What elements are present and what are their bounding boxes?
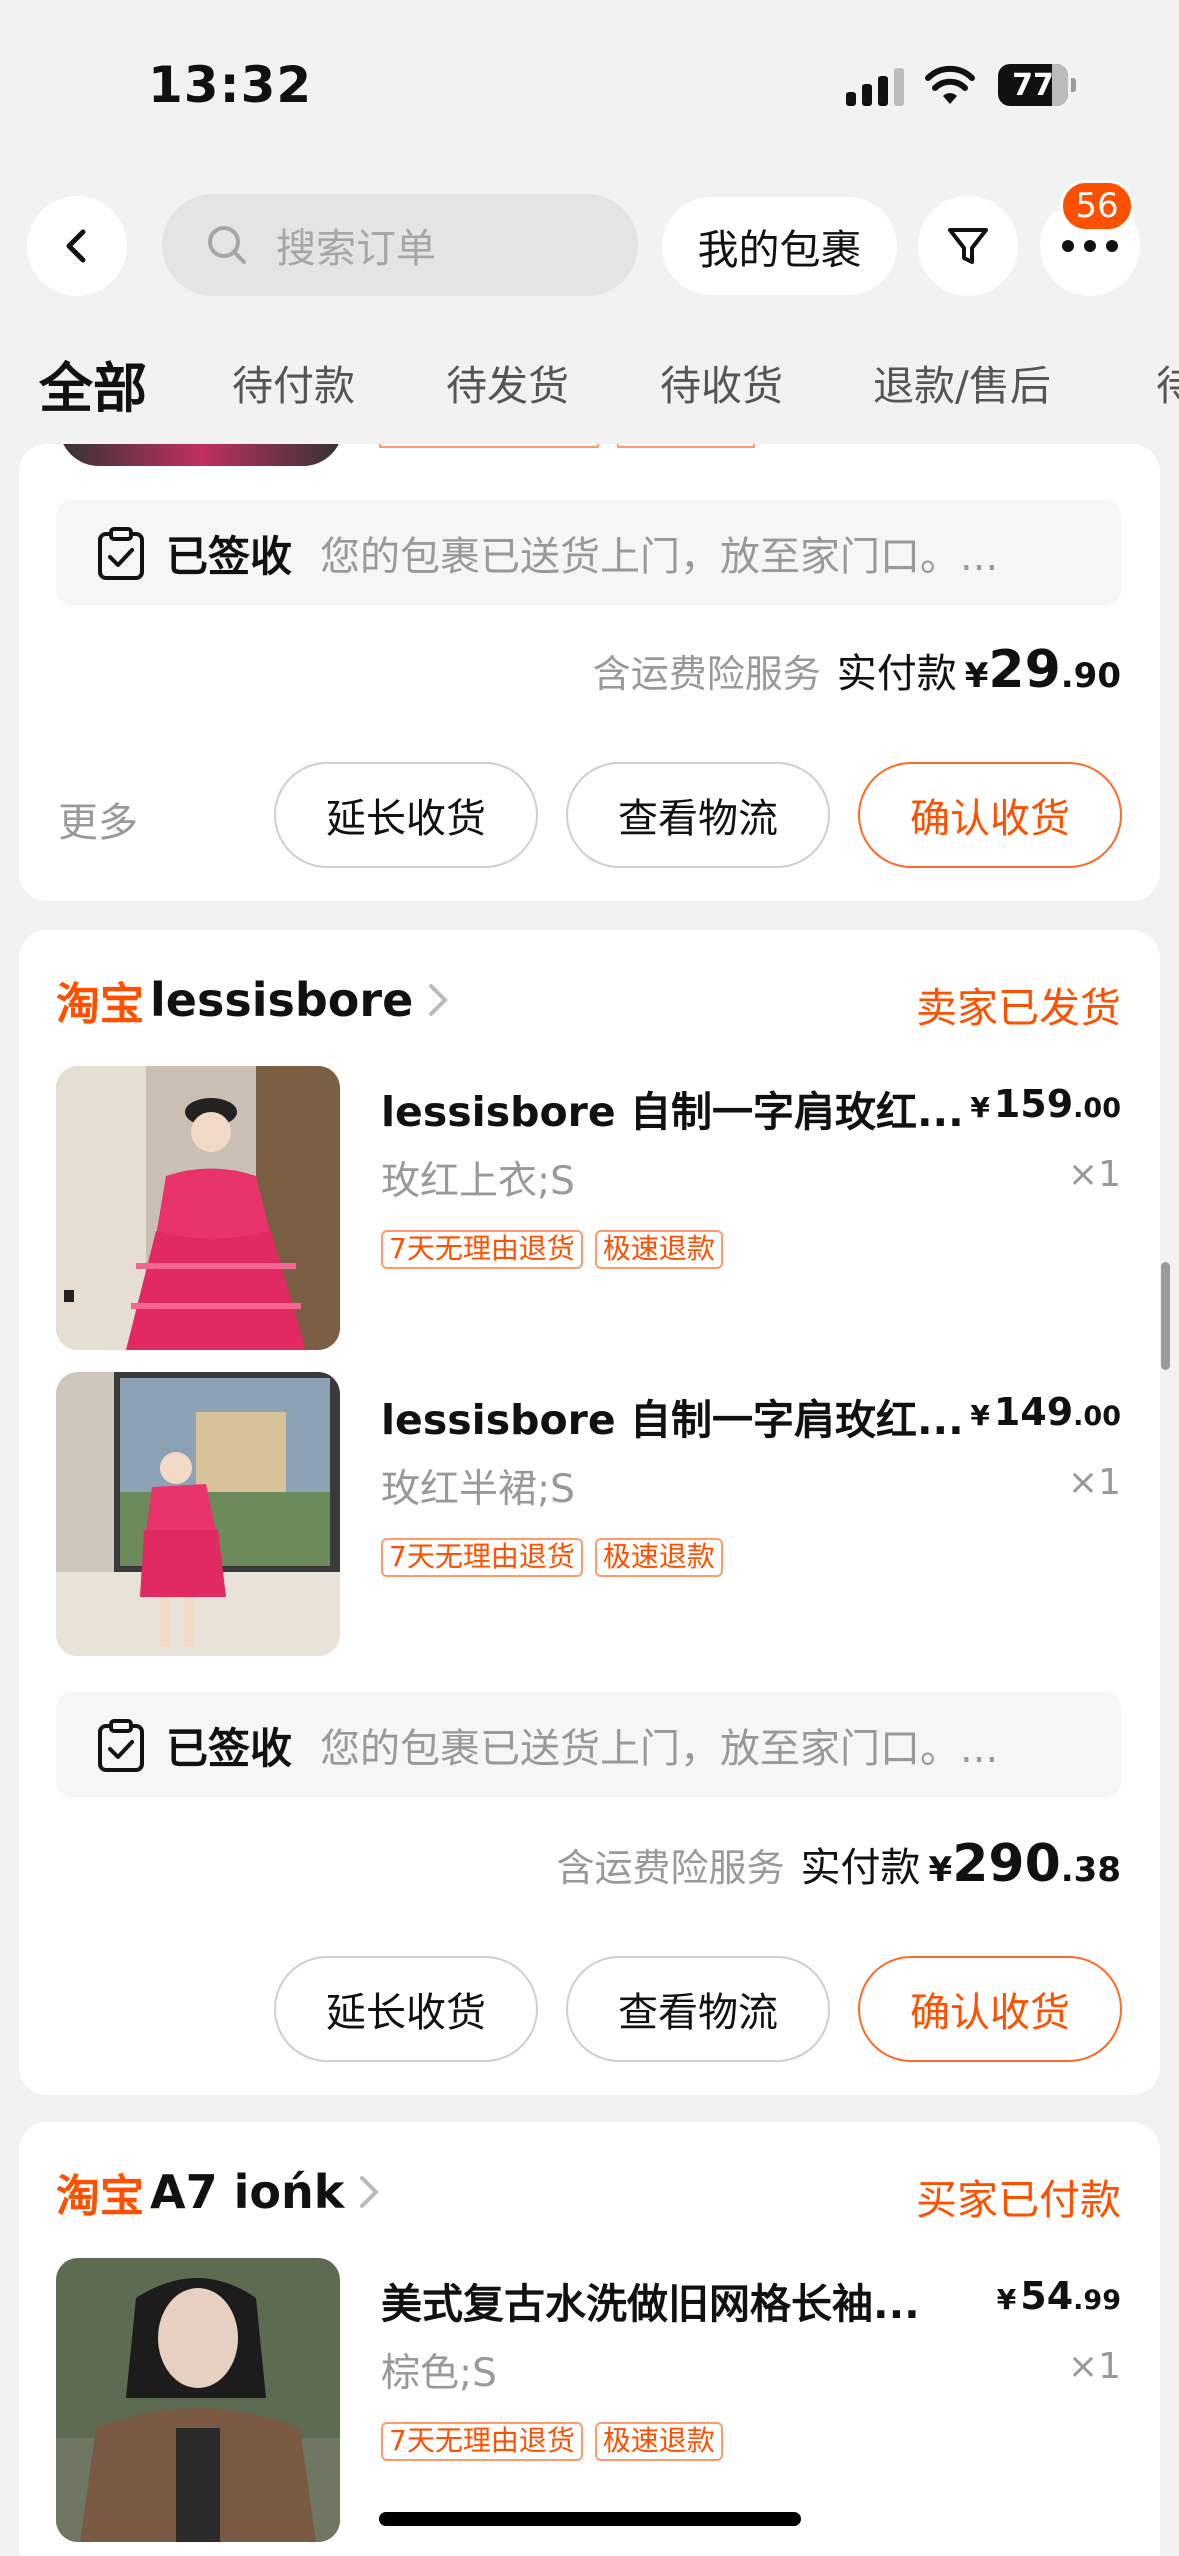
battery-indicator: 77	[998, 64, 1076, 106]
my-packages-button[interactable]: 我的包裹	[662, 197, 897, 295]
payment-summary: 含运费险服务 实付款 ¥ 29 .90	[593, 640, 1121, 700]
order-status: 卖家已发货	[916, 984, 1121, 1032]
logistics-description: 您的包裹已送货上门，放至家门口。...	[320, 1726, 999, 1772]
scrollbar[interactable]	[1161, 1262, 1170, 1370]
product-spec: 玫红半裙;S	[381, 1467, 575, 1512]
notification-badge: 56	[1060, 180, 1134, 232]
currency-symbol: ¥	[964, 656, 989, 696]
order-card: 已签收 您的包裹已送货上门，放至家门口。... 含运费险服务 实付款 ¥ 29 …	[19, 444, 1160, 901]
search-icon	[208, 226, 246, 264]
paid-label: 实付款	[800, 1845, 921, 1891]
more-dots-icon	[1062, 240, 1118, 252]
product-thumbnail[interactable]	[56, 2258, 340, 2542]
product-spec: 棕色;S	[381, 2351, 497, 2396]
tag-fast-refund: 极速退款	[594, 2422, 723, 2461]
product-quantity: ×1	[1067, 1154, 1121, 1195]
currency-symbol: ¥	[928, 1850, 953, 1890]
order-tabs: 全部 待付款 待发货 待收货 退款/售后 待	[0, 352, 1179, 448]
shop-header[interactable]: 淘宝 A7 iońk	[56, 2160, 380, 2224]
product-quantity: ×1	[1067, 1462, 1121, 1503]
insurance-label: 含运费险服务	[592, 652, 821, 696]
product-image	[56, 2258, 340, 2542]
view-logistics-button[interactable]: 查看物流	[566, 1956, 830, 2062]
product-thumbnail[interactable]	[56, 1372, 340, 1656]
more-link[interactable]: 更多	[58, 790, 138, 848]
tag-fast-refund: 极速退款	[594, 1230, 723, 1269]
product-thumbnail[interactable]	[56, 1066, 340, 1350]
tab-pending-receipt[interactable]: 待收货	[660, 352, 783, 412]
view-logistics-button[interactable]: 查看物流	[566, 762, 830, 868]
product-thumbnail[interactable]	[59, 444, 343, 466]
home-indicator[interactable]	[379, 2512, 801, 2526]
logistics-status[interactable]: 已签收 您的包裹已送货上门，放至家门口。...	[56, 1692, 1121, 1798]
insurance-label: 含运费险服务	[556, 1846, 785, 1890]
order-card: 淘宝 A7 iońk 买家已付款 美式复古水洗做旧网格长袖... ¥54.99 …	[19, 2122, 1160, 2556]
order-card: 淘宝 lessisbore 卖家已发货 lessisbore 自制一字肩玫红..…	[19, 930, 1160, 2095]
clipboard-check-icon	[98, 527, 144, 580]
cellular-signal-icon	[846, 66, 906, 106]
order-status: 买家已付款	[916, 2176, 1121, 2224]
search-placeholder: 搜索订单	[276, 226, 436, 272]
product-price: ¥54.99	[996, 2274, 1121, 2318]
product-price: ¥159.00	[970, 1082, 1121, 1126]
product-spec: 玫红上衣;S	[381, 1159, 575, 1204]
tag-7day-return: 7天无理由退货	[381, 1538, 583, 1577]
tag-fast-refund: 极速退款	[594, 1538, 723, 1577]
extend-receipt-button[interactable]: 延长收货	[274, 762, 538, 868]
tag-7day-return: 7天无理由退货	[381, 2422, 583, 2461]
logistics-title: 已签收	[166, 1723, 293, 1773]
product-tags: 7天无理由退货 极速退款	[381, 2422, 735, 2461]
taobao-logo: 淘宝	[56, 2171, 144, 2222]
confirm-receipt-button[interactable]: 确认收货	[858, 1956, 1122, 2062]
product-tags: 7天无理由退货 极速退款	[381, 1230, 735, 1269]
chevron-left-icon	[66, 229, 86, 263]
product-title[interactable]: lessisbore 自制一字肩玫红...	[381, 1078, 981, 1138]
chevron-right-icon	[360, 2176, 380, 2208]
wifi-icon	[925, 65, 975, 104]
shop-name: lessisbore	[150, 973, 414, 1027]
paid-amount-decimal: .90	[1060, 656, 1121, 696]
paid-amount-integer: 290	[952, 1834, 1061, 1894]
status-time: 13:32	[148, 56, 313, 114]
product-quantity: ×1	[1067, 2346, 1121, 2387]
taobao-logo: 淘宝	[56, 979, 144, 1030]
logistics-description: 您的包裹已送货上门，放至家门口。...	[320, 534, 999, 580]
tab-more[interactable]: 待	[1156, 352, 1179, 412]
paid-amount-decimal: .38	[1060, 1850, 1121, 1890]
product-image	[56, 1372, 340, 1656]
paid-amount-integer: 29	[988, 640, 1061, 700]
tab-all[interactable]: 全部	[39, 344, 147, 423]
tab-refund-aftersale[interactable]: 退款/售后	[873, 352, 1051, 412]
back-button[interactable]	[27, 196, 127, 296]
paid-label: 实付款	[836, 651, 957, 697]
logistics-status[interactable]: 已签收 您的包裹已送货上门，放至家门口。...	[56, 500, 1121, 606]
product-title[interactable]: 美式复古水洗做旧网格长袖...	[381, 2270, 1001, 2330]
tag-7day-return: 7天无理由退货	[381, 1230, 583, 1269]
confirm-receipt-button[interactable]: 确认收货	[858, 762, 1122, 868]
product-tags: 7天无理由退货 极速退款	[381, 1538, 735, 1577]
clipboard-check-icon	[98, 1719, 144, 1772]
tag-fragment	[379, 444, 599, 448]
logistics-title: 已签收	[166, 531, 293, 581]
filter-button[interactable]	[918, 196, 1018, 296]
tag-fragment	[617, 444, 755, 448]
product-price: ¥149.00	[970, 1390, 1121, 1434]
filter-icon	[948, 228, 988, 264]
product-image	[56, 1066, 340, 1350]
product-title[interactable]: lessisbore 自制一字肩玫红...	[381, 1386, 981, 1446]
shop-header[interactable]: 淘宝 lessisbore	[56, 968, 449, 1032]
shop-name: A7 iońk	[150, 2165, 345, 2219]
search-input[interactable]: 搜索订单	[162, 194, 638, 296]
tab-pending-shipment[interactable]: 待发货	[446, 352, 569, 412]
chevron-right-icon	[429, 984, 449, 1016]
payment-summary: 含运费险服务 实付款 ¥ 290 .38	[557, 1834, 1121, 1894]
tab-pending-payment[interactable]: 待付款	[232, 352, 355, 412]
extend-receipt-button[interactable]: 延长收货	[274, 1956, 538, 2062]
